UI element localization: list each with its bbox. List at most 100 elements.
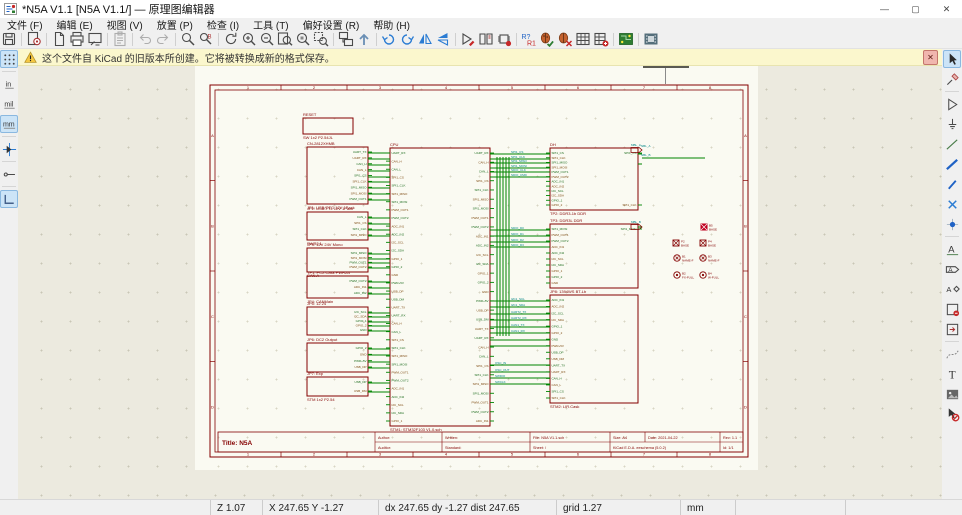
fields-table-button[interactable] [574,30,592,48]
schematic-text: Sheet: / [533,446,547,450]
cursor-shape-button[interactable] [0,140,18,158]
units-mm-button[interactable]: mm [0,115,18,133]
units-mil-button[interactable]: mil [0,95,18,113]
print-button[interactable] [68,30,86,48]
place-sheet-button[interactable] [943,300,961,318]
zoom-in-icon [241,31,257,47]
place-global-label-icon: A [945,262,960,277]
zoom-out-button[interactable] [258,30,276,48]
leave-sheet-icon [356,31,372,47]
place-net-label-button[interactable]: A [943,240,961,258]
schematic-text: CN-2812XHMB [307,141,335,146]
units-inch-button[interactable]: in [0,75,18,93]
place-graphic-line-button[interactable] [943,345,961,363]
refresh-button[interactable] [222,30,240,48]
infobar-close-button[interactable]: ✕ [923,50,938,65]
schematic-canvas[interactable]: 1122334455667788AABBCCDDTitle: N5AAuthor… [18,66,942,499]
toolbar-separator [333,33,334,46]
find-replace-button[interactable]: B [197,30,215,48]
footprint-assign-button[interactable] [495,30,513,48]
place-bus-button[interactable] [943,155,961,173]
place-bus-icon [945,157,960,172]
place-hier-label-button[interactable]: A [943,280,961,298]
place-symbol-button[interactable] [943,95,961,113]
place-junction-button[interactable] [943,215,961,233]
statusbar-grid-size: grid 1.27 [556,500,680,515]
schematic-text: SPI1_MISO [351,251,368,255]
annotate-button[interactable]: R?R1 [520,30,538,48]
rotate-cw-icon [399,31,415,47]
place-bus-entry-button[interactable] [943,175,961,193]
symbol-editor-button[interactable] [459,30,477,48]
symbol-browser-button[interactable] [477,30,495,48]
schematic-text: USB_DM [392,297,405,301]
hierarchy-navigator-button[interactable] [337,30,355,48]
schematic-text: SDIO_CLK [511,168,526,172]
toolbar-separator [516,33,517,46]
erc-button[interactable] [538,30,556,48]
place-global-label-button[interactable]: A [943,260,961,278]
select-cursor-button[interactable] [943,50,961,68]
place-no-connect-button[interactable] [943,195,961,213]
schematic-text: CAN_H [552,377,562,381]
place-power-port-button[interactable] [943,115,961,133]
schematic-text: ADC_IN1 [552,298,565,302]
undo-button [136,30,154,48]
place-wire-button[interactable] [943,135,961,153]
place-text-button[interactable]: T [943,365,961,383]
zoom-in-button[interactable] [240,30,258,48]
rotate-cw-button[interactable] [398,30,416,48]
schematic-text: B [744,223,747,228]
schematic-text: I2C_SDA [552,194,565,198]
footprint-editor-button[interactable] [642,30,660,48]
hv-wires-button[interactable] [0,190,18,208]
mirror-vertical-button[interactable] [434,30,452,48]
delete-tool-button[interactable] [943,405,961,423]
new-page-button[interactable] [50,30,68,48]
place-sheet-pin-button[interactable] [943,320,961,338]
schematic-text: MBL_B [631,220,641,224]
pcb-editor-button[interactable] [617,30,635,48]
mirror-horizontal-icon [417,31,433,47]
schematic-text: SWCLK [495,380,506,384]
plot-button[interactable] [86,30,104,48]
place-junction-icon [945,217,960,232]
toolbar-separator [2,136,16,137]
schematic-text: Author: [378,436,390,440]
schematic-text: CAN_L [479,170,489,174]
minimize-button[interactable]: — [869,0,900,18]
svg-text:T: T [948,369,955,381]
place-wire-icon [945,137,960,152]
schematic-text: USB_DP [552,350,564,354]
close-button[interactable]: ✕ [931,0,962,18]
zoom-selection-button[interactable] [312,30,330,48]
schematic-text: OSC_OUT [495,368,510,372]
schematic-text: SPI1_MOSI [552,227,568,231]
schematic-text: File: N5A V1.1.sch [533,436,564,440]
grid-toggle-button[interactable] [0,50,18,68]
schematic-text: 1 [247,85,250,90]
zoom-objects-button[interactable] [294,30,312,48]
hidden-pins-button[interactable] [0,165,18,183]
zoom-fit-button[interactable] [276,30,294,48]
highlight-net-button[interactable] [943,70,961,88]
schematic-text: GND [552,281,560,285]
schematic-text: I2C_SCL [476,253,489,257]
rotate-ccw-button[interactable] [380,30,398,48]
maximize-button[interactable]: ▢ [900,0,931,18]
save-button[interactable] [0,30,18,48]
schematic-text: C [744,314,747,319]
schematic-text: PWM_OUT1 [349,197,366,201]
bom-button[interactable] [592,30,610,48]
schematic-text: SPI1_CLK [352,227,366,231]
find-button[interactable] [179,30,197,48]
svg-text:A: A [948,244,955,254]
schematic-text: SW 1x2 P2.54JL [303,135,334,140]
sheet-settings-button[interactable] [25,30,43,48]
place-image-button[interactable] [943,385,961,403]
schematic-text: SPI1_MOSI [473,391,489,395]
erc-delete-button[interactable] [556,30,574,48]
leave-sheet-button[interactable] [355,30,373,48]
mirror-horizontal-button[interactable] [416,30,434,48]
place-graphic-line-icon [945,347,960,362]
